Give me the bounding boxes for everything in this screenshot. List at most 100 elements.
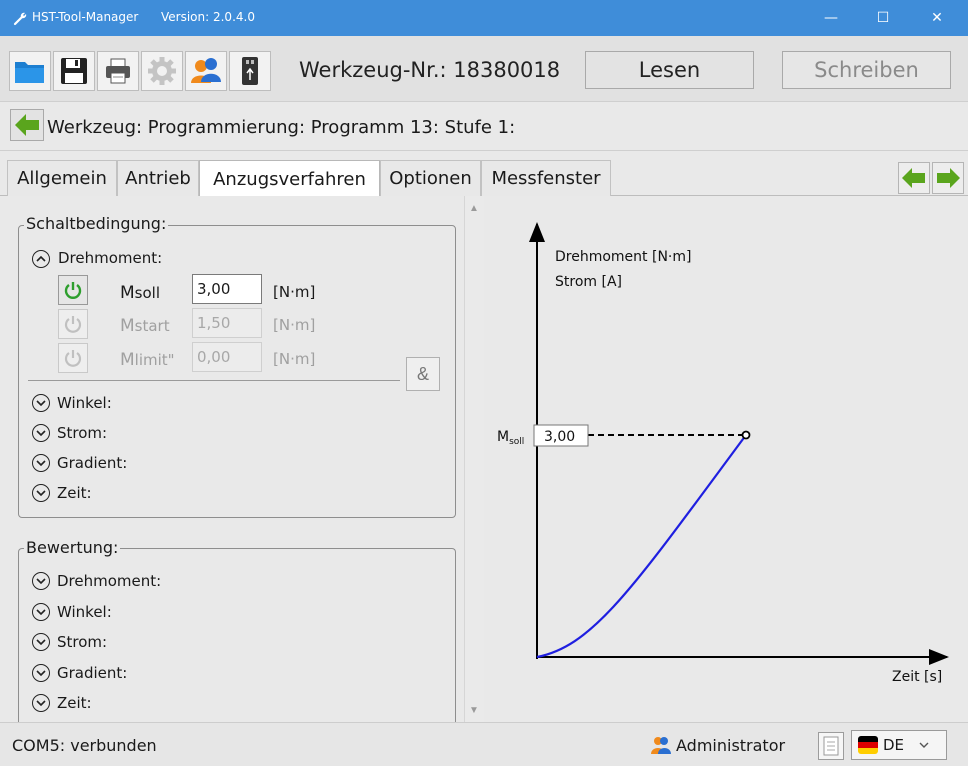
and-button[interactable]: &	[406, 357, 440, 391]
eval-drehmoment-expander[interactable]	[32, 572, 50, 590]
eval-gradient-label: Gradient:	[57, 664, 128, 682]
open-button[interactable]	[9, 51, 51, 91]
log-button[interactable]	[818, 732, 844, 760]
maximize-button[interactable]: ☐	[860, 0, 906, 36]
switching-condition-title: Schaltbedingung:	[24, 214, 169, 233]
msoll-toggle[interactable]	[58, 275, 88, 305]
print-button[interactable]	[97, 51, 139, 91]
zeit-expander[interactable]	[32, 484, 50, 502]
chevron-down-icon	[36, 400, 46, 407]
mlimit-input[interactable]: 0,00	[192, 342, 262, 372]
arrow-right-icon	[937, 168, 960, 188]
current-user[interactable]: Administrator	[650, 735, 785, 755]
msoll-axis-value: 3,00	[544, 429, 575, 445]
tab-allgemein[interactable]: Allgemein	[7, 160, 117, 196]
eval-strom-label: Strom:	[57, 633, 108, 651]
wrench-icon	[13, 12, 27, 26]
curve-end-point	[741, 430, 751, 440]
gradient-label: Gradient:	[57, 454, 128, 472]
msoll-unit: [N·m]	[273, 283, 316, 301]
y-axis-label-current: Strom [A]	[555, 274, 622, 290]
minimize-button[interactable]: —	[808, 0, 854, 36]
mstart-toggle[interactable]	[58, 309, 88, 339]
torque-diagram: Msoll 3,00 Drehmoment [N·m] Strom [A] Ze…	[497, 222, 949, 685]
mstart-symbol: M	[120, 316, 135, 336]
x-axis-label: Zeit [s]	[892, 669, 942, 685]
chevron-down-icon	[36, 578, 46, 585]
msoll-label: Msoll	[120, 283, 160, 303]
marker-name: M	[497, 429, 509, 445]
arrow-left-icon	[902, 168, 925, 188]
torque-curve	[536, 434, 747, 659]
eval-drehmoment-label: Drehmoment:	[57, 572, 162, 590]
power-icon	[64, 350, 82, 367]
write-button[interactable]: Schreiben	[782, 51, 951, 89]
close-icon: ✕	[931, 10, 943, 26]
language-select[interactable]: DE	[851, 730, 947, 760]
y-axis-label-torque: Drehmoment [N·m]	[555, 249, 691, 265]
app-window: HST-Tool-Manager Version: 2.0.4.0 — ☐ ✕	[0, 0, 968, 766]
tab-anzugsverfahren[interactable]: Anzugsverfahren	[199, 160, 380, 197]
next-tab-button[interactable]	[932, 162, 964, 194]
usb-drive-icon	[242, 57, 258, 85]
eval-strom-expander[interactable]	[32, 633, 50, 651]
strom-expander[interactable]	[32, 424, 50, 442]
eval-gradient-expander[interactable]	[32, 664, 50, 682]
tab-messfenster[interactable]: Messfenster	[481, 160, 611, 196]
power-icon	[64, 282, 82, 299]
printer-icon	[106, 58, 130, 84]
previous-tab-button[interactable]	[898, 162, 930, 194]
read-button[interactable]: Lesen	[585, 51, 754, 89]
gradient-expander[interactable]	[32, 454, 50, 472]
connection-status: COM5: verbunden	[12, 736, 157, 755]
title-bar: HST-Tool-Manager Version: 2.0.4.0 — ☐ ✕	[0, 0, 968, 36]
winkel-expander[interactable]	[32, 394, 50, 412]
msoll-input[interactable]: 3,00	[192, 274, 262, 304]
power-icon	[64, 316, 82, 333]
window-title: HST-Tool-Manager	[32, 10, 139, 24]
group-divider	[28, 380, 400, 381]
mstart-subscript: start	[134, 317, 170, 335]
drehmoment-label: Drehmoment:	[58, 249, 163, 267]
back-button[interactable]	[10, 109, 44, 141]
chart-pane: Msoll 3,00 Drehmoment [N·m] Strom [A] Ze…	[484, 196, 968, 722]
folder-open-icon	[15, 62, 44, 83]
mstart-input[interactable]: 1,50	[192, 308, 262, 338]
mlimit-toggle[interactable]	[58, 343, 88, 373]
marker-sub: soll	[509, 437, 524, 447]
chevron-down-icon	[36, 460, 46, 467]
usb-button[interactable]	[229, 51, 271, 91]
msoll-axis-symbol: Msoll	[497, 429, 524, 447]
germany-flag-icon	[858, 736, 878, 754]
scroll-up-icon[interactable]: ▲	[464, 198, 484, 218]
chevron-down-icon	[36, 700, 46, 707]
save-button[interactable]	[53, 51, 95, 91]
close-button[interactable]: ✕	[914, 0, 960, 36]
chevron-up-icon	[36, 255, 46, 262]
mlimit-symbol: M	[120, 350, 135, 370]
version-label: Version: 2.0.4.0	[161, 10, 255, 24]
tab-optionen[interactable]: Optionen	[380, 160, 481, 196]
document-icon	[823, 736, 839, 756]
eval-zeit-label: Zeit:	[57, 694, 92, 712]
mlimit-label: Mlimit"	[120, 350, 175, 370]
chevron-down-icon	[919, 742, 929, 748]
msoll-subscript: soll	[134, 284, 160, 302]
minimize-icon: —	[824, 10, 838, 26]
users-button[interactable]	[185, 51, 227, 91]
drehmoment-expander[interactable]	[32, 250, 50, 268]
tab-antrieb[interactable]: Antrieb	[117, 160, 199, 196]
eval-winkel-label: Winkel:	[57, 603, 112, 621]
winkel-label: Winkel:	[57, 394, 112, 412]
tool-number: Werkzeug-Nr.: 18380018	[299, 58, 561, 82]
mstart-label: Mstart	[120, 316, 170, 336]
eval-winkel-expander[interactable]	[32, 603, 50, 621]
vertical-scrollbar[interactable]	[464, 196, 484, 722]
save-disk-icon	[61, 58, 87, 84]
eval-zeit-expander[interactable]	[32, 694, 50, 712]
chevron-down-icon	[36, 670, 46, 677]
language-value: DE	[883, 736, 905, 754]
gear-icon	[148, 57, 176, 85]
scroll-down-icon[interactable]: ▼	[464, 700, 484, 720]
settings-button[interactable]	[141, 51, 183, 91]
